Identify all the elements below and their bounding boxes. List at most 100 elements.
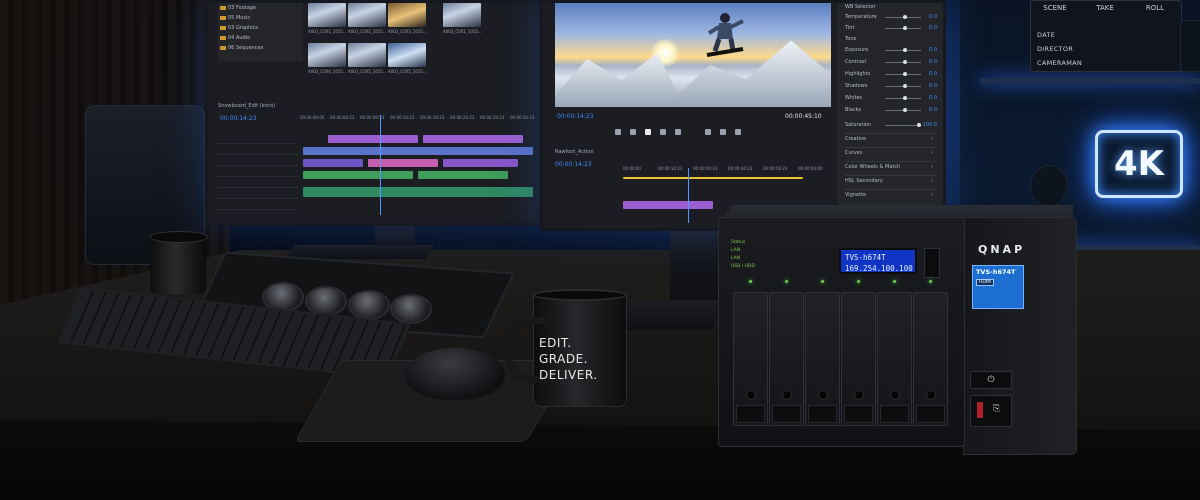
drive-bay[interactable] xyxy=(733,292,768,426)
lumetri-value[interactable]: 0.0 xyxy=(929,13,937,21)
lumetri-row[interactable]: Blacks 0.0 xyxy=(845,106,937,114)
lumetri-row[interactable]: Exposure 0.0 xyxy=(845,46,937,54)
clip-thumbnail[interactable] xyxy=(348,43,386,67)
lumetri-row[interactable]: Tint 0.0 xyxy=(845,24,937,32)
step-back-icon[interactable] xyxy=(630,129,636,135)
lumetri-section[interactable]: Creative xyxy=(845,133,937,144)
lumetri-row[interactable]: Whites 0.0 xyxy=(845,94,937,102)
clip-thumbnail[interactable] xyxy=(308,3,346,27)
slider-knob[interactable] xyxy=(903,15,907,19)
bin-item[interactable]: 04 Audio xyxy=(218,33,303,43)
audio-clip[interactable] xyxy=(303,187,533,197)
mark-in-icon[interactable] xyxy=(615,129,621,135)
tray-handle[interactable] xyxy=(772,405,801,423)
track-header[interactable] xyxy=(218,133,298,144)
lumetri-value[interactable]: 0.0 xyxy=(929,106,937,114)
slider-knob[interactable] xyxy=(903,72,907,76)
timeline-clip[interactable] xyxy=(443,159,518,167)
lcd-select-button[interactable] xyxy=(924,248,940,278)
track-header[interactable] xyxy=(218,177,298,188)
lumetri-value[interactable]: 0.0 xyxy=(929,82,937,90)
power-button[interactable]: ⏻ xyxy=(970,371,1012,389)
slider-knob[interactable] xyxy=(903,48,907,52)
bin-item[interactable]: 03 Footage xyxy=(218,3,303,13)
timeline-clip[interactable] xyxy=(328,135,418,143)
timeline-clip[interactable] xyxy=(368,159,438,167)
lumetri-section[interactable]: Curves xyxy=(845,147,937,158)
clip-name: A003_C001_1015... xyxy=(443,29,482,34)
timeline-clip[interactable] xyxy=(418,171,508,179)
lumetri-value[interactable]: 0.0 xyxy=(929,46,937,54)
lumetri-value[interactable]: 0.0 xyxy=(929,58,937,66)
lumetri-section[interactable]: HSL Secondary xyxy=(845,175,937,186)
clip-thumbnail[interactable] xyxy=(308,43,346,67)
slider-knob[interactable] xyxy=(903,96,907,100)
lumetri-value[interactable]: 0.0 xyxy=(929,24,937,32)
lumetri-value[interactable]: 0.0 xyxy=(929,94,937,102)
drive-bay[interactable] xyxy=(841,292,876,426)
timeline-timecode[interactable]: 00:00:14:23 xyxy=(555,161,592,168)
bin-item[interactable]: 06 Sequences xyxy=(218,43,303,53)
drive-bay[interactable] xyxy=(877,292,912,426)
clip-thumbnail[interactable] xyxy=(388,3,426,27)
slider-knob[interactable] xyxy=(903,108,907,112)
insert-icon[interactable] xyxy=(705,129,711,135)
tray-handle[interactable] xyxy=(880,405,909,423)
clip-thumbnail[interactable] xyxy=(348,3,386,27)
bin-item[interactable]: 03 Graphics xyxy=(218,23,303,33)
track-header[interactable] xyxy=(218,144,298,155)
lumetri-subheader: Tone xyxy=(845,36,857,42)
mark-out-icon[interactable] xyxy=(675,129,681,135)
play-icon[interactable] xyxy=(645,129,651,135)
slider-knob[interactable] xyxy=(903,60,907,64)
sequence-tab[interactable]: Rawfoot_Action xyxy=(555,149,755,159)
step-forward-icon[interactable] xyxy=(660,129,666,135)
drive-bay[interactable] xyxy=(805,292,840,426)
timeline-clip[interactable] xyxy=(303,159,363,167)
lumetri-row[interactable]: Shadows 0.0 xyxy=(845,82,937,90)
coffee-cup xyxy=(150,231,208,294)
lumetri-section[interactable]: Color Wheels & Match xyxy=(845,161,937,172)
lumetri-value[interactable]: 100.0 xyxy=(923,121,937,129)
slider-knob[interactable] xyxy=(903,26,907,30)
lumetri-value[interactable]: 0.0 xyxy=(929,70,937,78)
clapper-line: DIRECTOR xyxy=(1037,45,1074,53)
tray-handle[interactable] xyxy=(844,405,873,423)
lumetri-row[interactable]: Contrast 0.0 xyxy=(845,58,937,66)
drive-bay[interactable] xyxy=(769,292,804,426)
playhead[interactable] xyxy=(380,115,381,215)
lumetri-row[interactable]: Highlights 0.0 xyxy=(845,70,937,78)
one-touch-copy-icon[interactable]: ⎘ xyxy=(993,404,1000,414)
usb-port[interactable] xyxy=(977,402,983,418)
timeline-clip[interactable] xyxy=(303,147,533,155)
lumetri-slider[interactable] xyxy=(885,125,921,126)
export-frame-icon[interactable] xyxy=(735,129,741,135)
track-header[interactable] xyxy=(218,166,298,177)
timeline-clip[interactable] xyxy=(423,135,523,143)
drive-bay[interactable] xyxy=(913,292,948,426)
track-header[interactable] xyxy=(218,188,298,199)
bin-item[interactable]: 05 Music xyxy=(218,13,303,23)
timeline-clip[interactable] xyxy=(623,201,713,209)
lumetri-row[interactable]: Temperature 0.0 xyxy=(845,13,937,21)
work-area-bar[interactable] xyxy=(623,177,803,179)
slider-knob[interactable] xyxy=(903,84,907,88)
tray-handle[interactable] xyxy=(736,405,765,423)
timeline-clip[interactable] xyxy=(303,171,413,179)
playhead[interactable] xyxy=(688,168,689,223)
program-timecode[interactable]: 00:00:14:23 xyxy=(557,113,594,120)
clip-thumbnail[interactable] xyxy=(388,43,426,67)
lumetri-label: Blacks xyxy=(845,107,862,113)
track-header[interactable] xyxy=(218,199,298,210)
overwrite-icon[interactable] xyxy=(720,129,726,135)
tray-handle[interactable] xyxy=(808,405,837,423)
track-header[interactable] xyxy=(218,155,298,166)
tray-handle[interactable] xyxy=(916,405,945,423)
lumetri-section[interactable]: Vignette xyxy=(845,189,937,200)
slider-knob[interactable] xyxy=(917,123,921,127)
sequence-tab[interactable]: Snowboard_Edit (Intro) xyxy=(218,103,538,113)
clip-thumbnail[interactable] xyxy=(443,3,481,27)
playback-controls: 00:00:14:23 00:00:45:10 xyxy=(555,111,831,143)
lumetri-row[interactable]: Saturation 100.0 xyxy=(845,121,937,129)
timeline-timecode[interactable]: 00:00:14:23 xyxy=(220,115,257,122)
